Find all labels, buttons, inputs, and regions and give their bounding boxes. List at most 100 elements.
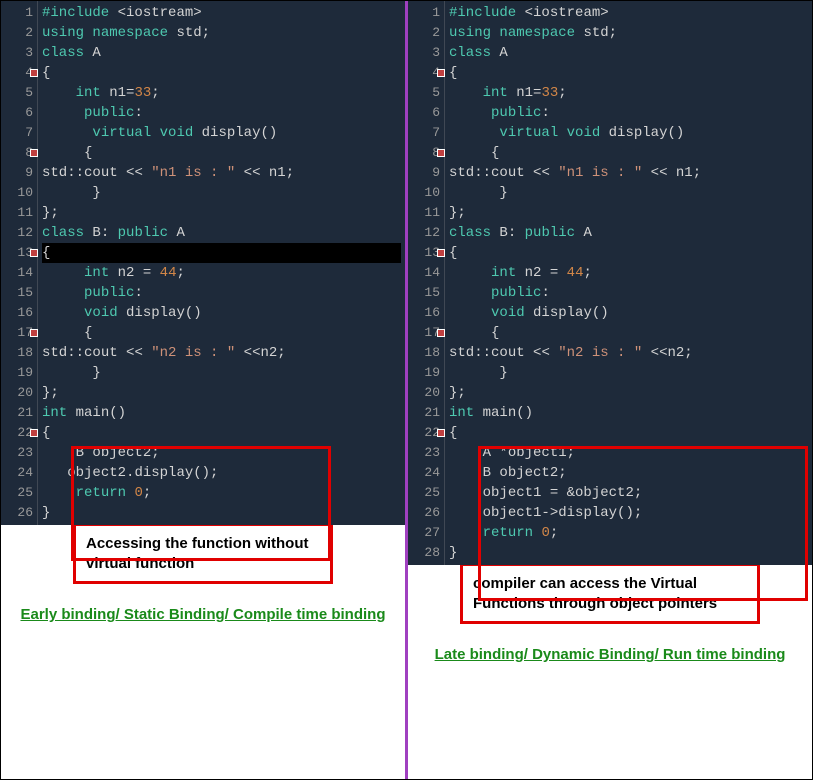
fold-marker-icon[interactable] (437, 249, 445, 257)
fold-marker-icon[interactable] (30, 149, 38, 157)
line-number: 25 (410, 483, 440, 503)
code-line[interactable]: int n2 = 44; (42, 263, 401, 283)
line-number: 24 (3, 463, 33, 483)
code-line[interactable]: object1 = &object2; (449, 483, 808, 503)
code-line[interactable]: public: (449, 103, 808, 123)
code-line[interactable]: int n2 = 44; (449, 263, 808, 283)
code-area-left: #include <iostream>using namespace std;c… (38, 1, 405, 525)
caption-right: Late binding/ Dynamic Binding/ Run time … (425, 624, 796, 685)
code-line[interactable]: int n1=33; (449, 83, 808, 103)
line-number: 2 (410, 23, 440, 43)
line-number: 8 (410, 143, 440, 163)
line-number: 8 (3, 143, 33, 163)
line-number: 10 (410, 183, 440, 203)
code-line[interactable]: { (449, 143, 808, 163)
code-line[interactable]: { (42, 143, 401, 163)
code-line[interactable]: public: (42, 283, 401, 303)
fold-marker-icon[interactable] (30, 69, 38, 77)
line-number: 28 (410, 543, 440, 563)
line-number: 12 (3, 223, 33, 243)
code-line[interactable]: }; (42, 383, 401, 403)
below-right: compiler can access the Virtual Function… (408, 565, 812, 779)
code-line[interactable]: using namespace std; (449, 23, 808, 43)
code-line[interactable]: return 0; (449, 523, 808, 543)
code-line[interactable]: { (42, 423, 401, 443)
comparison-container: 1234567891011121314151617181920212223242… (0, 0, 813, 780)
below-left: Accessing the function without virtual f… (1, 525, 405, 779)
code-line[interactable]: void display() (42, 303, 401, 323)
code-line[interactable]: #include <iostream> (449, 3, 808, 23)
code-line[interactable]: std::cout << "n2 is : " <<n2; (449, 343, 808, 363)
gutter-left: 1234567891011121314151617181920212223242… (1, 1, 38, 525)
code-line[interactable]: } (42, 503, 401, 523)
code-line[interactable]: { (42, 243, 401, 263)
code-line[interactable]: { (42, 323, 401, 343)
code-line[interactable]: { (449, 63, 808, 83)
code-line[interactable]: } (449, 183, 808, 203)
line-number: 23 (3, 443, 33, 463)
line-number: 6 (410, 103, 440, 123)
line-number: 12 (410, 223, 440, 243)
code-line[interactable]: { (42, 63, 401, 83)
code-line[interactable]: { (449, 323, 808, 343)
code-line[interactable]: { (449, 243, 808, 263)
code-line[interactable]: int main() (449, 403, 808, 423)
line-number: 13 (410, 243, 440, 263)
code-line[interactable]: int n1=33; (42, 83, 401, 103)
code-line[interactable]: object2.display(); (42, 463, 401, 483)
line-number: 9 (3, 163, 33, 183)
code-line[interactable]: std::cout << "n2 is : " <<n2; (42, 343, 401, 363)
code-line[interactable]: std::cout << "n1 is : " << n1; (449, 163, 808, 183)
code-line[interactable]: return 0; (42, 483, 401, 503)
line-number: 25 (3, 483, 33, 503)
code-line[interactable]: int main() (42, 403, 401, 423)
line-number: 19 (3, 363, 33, 383)
code-line[interactable]: virtual void display() (449, 123, 808, 143)
line-number: 17 (410, 323, 440, 343)
line-number: 1 (410, 3, 440, 23)
fold-marker-icon[interactable] (437, 329, 445, 337)
right-pane: 1234567891011121314151617181920212223242… (408, 1, 812, 779)
fold-marker-icon[interactable] (30, 329, 38, 337)
code-line[interactable]: public: (42, 103, 401, 123)
line-number: 20 (410, 383, 440, 403)
line-number: 20 (3, 383, 33, 403)
code-line[interactable]: object1->display(); (449, 503, 808, 523)
line-number: 4 (410, 63, 440, 83)
code-line[interactable]: }; (449, 383, 808, 403)
code-line[interactable]: #include <iostream> (42, 3, 401, 23)
code-line[interactable]: }; (42, 203, 401, 223)
code-line[interactable]: { (449, 423, 808, 443)
gutter-right: 1234567891011121314151617181920212223242… (408, 1, 445, 565)
line-number: 5 (410, 83, 440, 103)
code-line[interactable]: } (42, 183, 401, 203)
fold-marker-icon[interactable] (30, 429, 38, 437)
code-line[interactable]: class A (449, 43, 808, 63)
line-number: 26 (3, 503, 33, 523)
code-line[interactable]: class A (42, 43, 401, 63)
code-line[interactable]: std::cout << "n1 is : " << n1; (42, 163, 401, 183)
fold-marker-icon[interactable] (437, 429, 445, 437)
code-line[interactable]: B object2; (449, 463, 808, 483)
fold-marker-icon[interactable] (437, 69, 445, 77)
line-number: 21 (410, 403, 440, 423)
code-line[interactable]: using namespace std; (42, 23, 401, 43)
line-number: 14 (410, 263, 440, 283)
fold-marker-icon[interactable] (30, 249, 38, 257)
code-line[interactable]: public: (449, 283, 808, 303)
code-line[interactable]: } (449, 363, 808, 383)
code-line[interactable]: B object2; (42, 443, 401, 463)
line-number: 15 (3, 283, 33, 303)
fold-marker-icon[interactable] (437, 149, 445, 157)
caption-left: Early binding/ Static Binding/ Compile t… (10, 584, 395, 645)
code-line[interactable]: } (42, 363, 401, 383)
line-number: 13 (3, 243, 33, 263)
code-line[interactable]: class B: public A (449, 223, 808, 243)
code-line[interactable]: void display() (449, 303, 808, 323)
code-line[interactable]: class B: public A (42, 223, 401, 243)
code-line[interactable]: A *object1; (449, 443, 808, 463)
code-line[interactable]: } (449, 543, 808, 563)
code-line[interactable]: }; (449, 203, 808, 223)
code-line[interactable]: virtual void display() (42, 123, 401, 143)
line-number: 22 (3, 423, 33, 443)
